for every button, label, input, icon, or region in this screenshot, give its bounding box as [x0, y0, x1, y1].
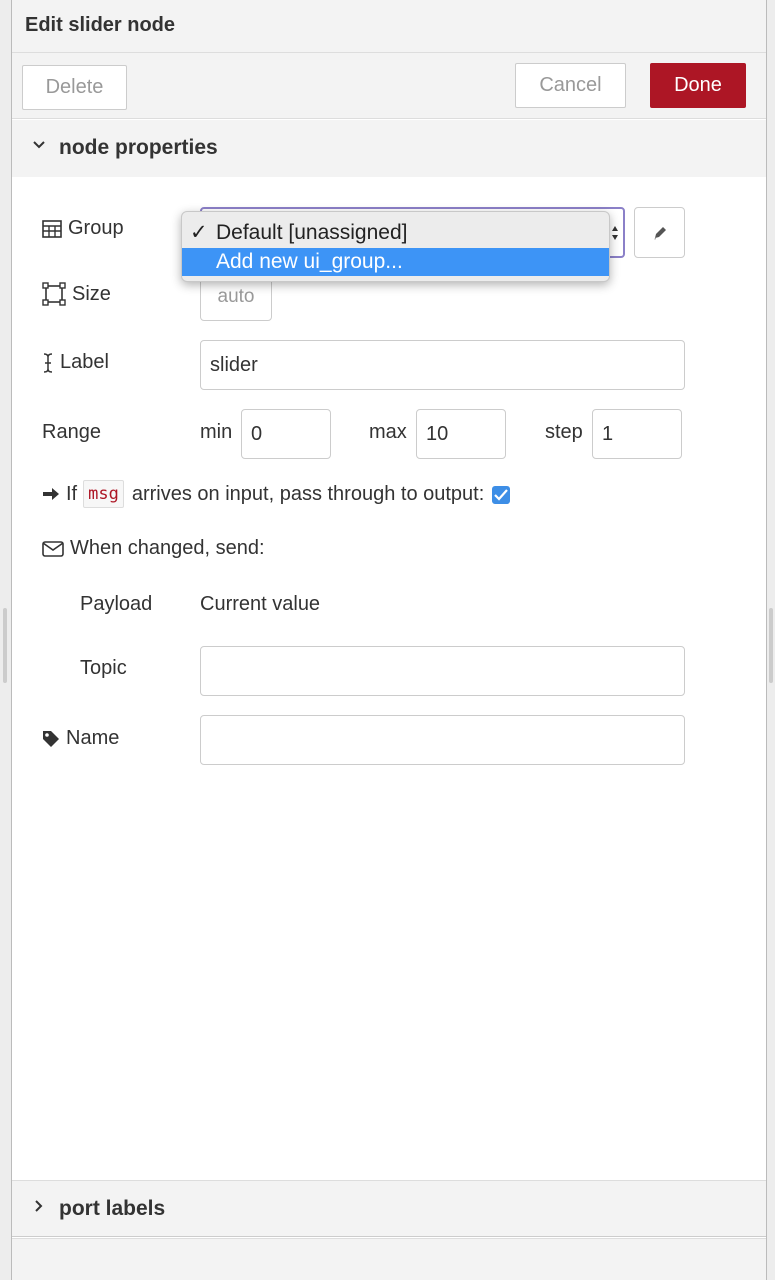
tag-icon [43, 730, 59, 747]
done-button[interactable]: Done [650, 63, 746, 108]
msg-code: msg [83, 480, 124, 508]
check-icon: ✓ [190, 221, 208, 244]
page-title: Edit slider node [25, 14, 176, 36]
when-changed-label: When changed, send: [42, 537, 265, 560]
edit-group-button[interactable] [634, 207, 685, 258]
section-port-labels[interactable]: port labels [12, 1180, 766, 1237]
select-arrows-icon [612, 226, 618, 240]
chevron-right-icon [35, 1200, 43, 1212]
resize-icon [42, 282, 66, 306]
max-input[interactable]: 10 [416, 409, 506, 459]
range-label: Range [42, 421, 101, 443]
min-input[interactable]: 0 [241, 409, 331, 459]
dropdown-option-default[interactable]: ✓ Default [unassigned] [182, 219, 609, 247]
checkmark-icon [494, 489, 509, 501]
edit-tray: Edit slider node Delete Cancel Done node… [11, 0, 767, 1280]
arrow-right-icon [43, 488, 59, 500]
tray-toolbar: Delete Cancel Done [12, 53, 766, 119]
step-label: step [545, 421, 583, 443]
table-icon [42, 219, 62, 238]
min-label: min [200, 421, 233, 443]
tray-header: Edit slider node [12, 0, 766, 53]
section-title: port labels [59, 1197, 166, 1220]
pencil-icon [654, 227, 666, 240]
step-input[interactable]: 1 [592, 409, 682, 459]
name-label: Name [42, 727, 119, 750]
label-input[interactable]: slider [200, 340, 685, 390]
name-input[interactable] [200, 715, 685, 765]
topic-label: Topic [80, 657, 127, 679]
cancel-button[interactable]: Cancel [515, 63, 626, 108]
envelope-icon [42, 540, 64, 557]
topic-input[interactable] [200, 646, 685, 696]
label-label: Label [42, 351, 109, 374]
group-dropdown-menu: ✓ Default [unassigned] Add new ui_group.… [181, 211, 610, 282]
max-label: max [369, 421, 407, 443]
right-resize-grip[interactable] [769, 608, 773, 683]
passthrough-row: If msg arrives on input, pass through to… [42, 480, 511, 508]
left-resize-grip[interactable] [3, 608, 7, 683]
passthrough-checkbox[interactable] [492, 486, 511, 504]
delete-button[interactable]: Delete [22, 65, 127, 110]
payload-label: Payload [80, 593, 153, 615]
size-label: Size [42, 282, 111, 306]
section-node-properties[interactable]: node properties [12, 120, 766, 177]
group-label: Group [42, 217, 124, 240]
chevron-down-icon [33, 141, 45, 149]
text-cursor-icon [43, 352, 53, 373]
payload-value: Current value [200, 593, 321, 615]
section-title: node properties [59, 136, 218, 159]
dropdown-option-add-new-group[interactable]: Add new ui_group... [182, 248, 609, 276]
tray-footer [12, 1238, 766, 1280]
